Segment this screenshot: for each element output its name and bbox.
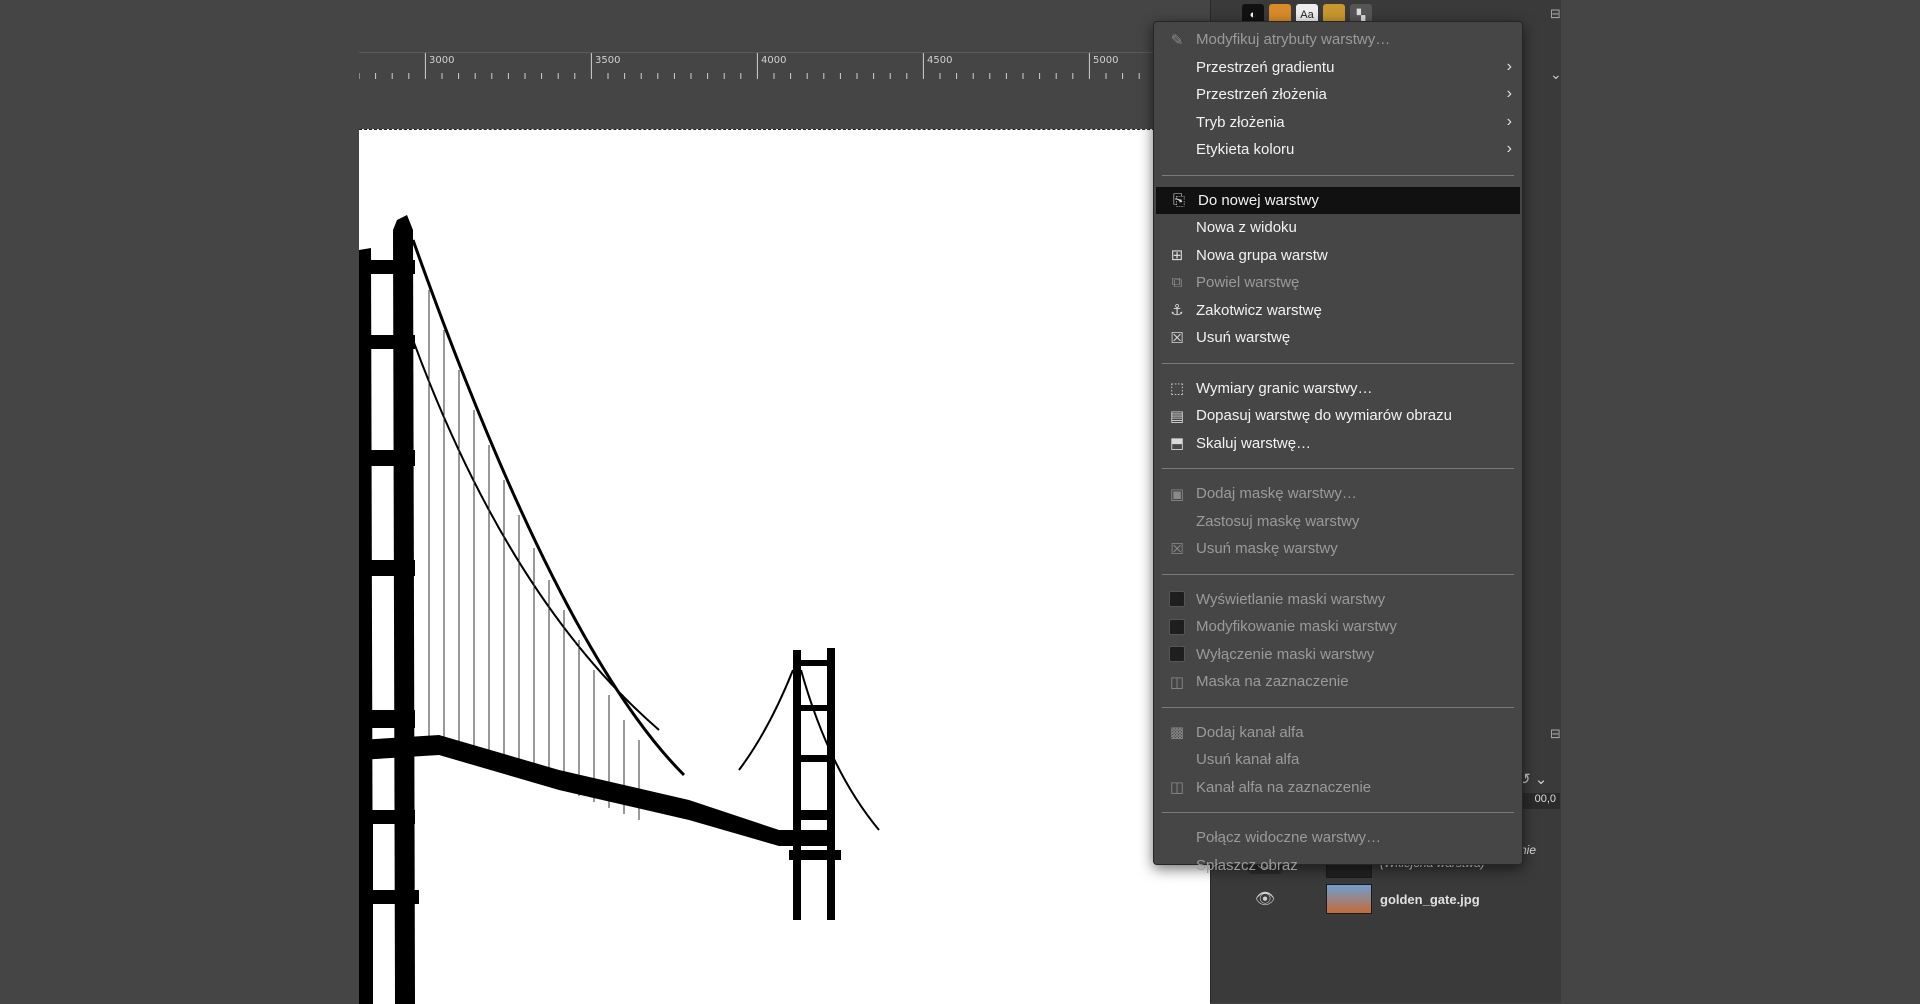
ruler-label: 3000: [429, 55, 455, 66]
add-mask-icon: ▣: [1169, 485, 1185, 503]
chevron-right-icon: ›: [1506, 57, 1512, 75]
duplicate-icon: ⧉: [1171, 274, 1183, 292]
menu-separator: [1162, 362, 1514, 364]
menu-item-label: Dodaj maskę warstwy…: [1196, 485, 1357, 503]
checkbox-icon: [1160, 646, 1194, 663]
menu-item[interactable]: Etykieta koloru ›: [1154, 136, 1522, 164]
menu-item-label: Usuń warstwę: [1196, 329, 1291, 347]
new-group-icon: ⊞: [1170, 247, 1184, 265]
delete-icon: ☒: [1170, 329, 1184, 347]
menu-item-label: Modyfikowanie maski warstwy: [1196, 618, 1397, 636]
menu-item[interactable]: ⬚ Wymiary granic warstwy…: [1154, 375, 1522, 403]
menu-item-label: Powiel warstwę: [1196, 274, 1300, 292]
chevron-right-icon: ›: [1506, 112, 1512, 130]
chevron-right-icon: ›: [1506, 140, 1512, 157]
menu-item: Wyłączenie maski warstwy: [1154, 641, 1522, 669]
menu-item: Usuń kanał alfa: [1154, 746, 1522, 774]
layer-thumbnail: [1326, 884, 1372, 914]
alpha-icon: ▩: [1169, 724, 1185, 742]
menu-item: ▩ Dodaj kanał alfa: [1154, 719, 1522, 747]
new-layer-icon: ⎘: [1172, 191, 1185, 209]
menu-item[interactable]: ⊞ Nowa grupa warstw: [1154, 242, 1522, 270]
menu-item[interactable]: ⬒ Skaluj warstwę…: [1154, 430, 1522, 458]
alpha-selection-icon: ◫: [1169, 779, 1185, 797]
ruler-label: 4000: [761, 55, 787, 66]
menu-item-label: Do nowej warstwy: [1198, 191, 1319, 209]
menu-item[interactable]: ⚓ Zakotwicz warstwę: [1154, 297, 1522, 325]
layer-context-menu: ✎ Modyfikuj atrybuty warstwy… Przestrzeń g…: [1153, 21, 1523, 874]
menu-item-label: Wyłączenie maski warstwy: [1196, 645, 1375, 663]
menu-separator: [1162, 174, 1514, 176]
menu-item-label: Usuń kanał alfa: [1196, 751, 1300, 769]
mask-selection-icon: ◫: [1169, 673, 1185, 691]
menu-item: Połącz widoczne warstwy…: [1154, 824, 1522, 852]
menu-item[interactable]: ▤ Dopasuj warstwę do wymiarów obrazu: [1154, 402, 1522, 430]
menu-item-label: Kanał alfa na zaznaczenie: [1196, 778, 1372, 796]
fit-image-icon: ▤: [1169, 407, 1185, 425]
layer-row[interactable]: 👁 golden_gate.jpg: [1240, 881, 1560, 917]
menu-item-label: Nowa grupa warstw: [1196, 246, 1328, 264]
delete-icon: ☒: [1170, 540, 1184, 558]
menu-item: Wyświetlanie maski warstwy: [1154, 586, 1522, 614]
menu-item-label: Dopasuj warstwę do wymiarów obrazu: [1196, 407, 1452, 425]
menu-item-label: Przestrzeń gradientu: [1196, 58, 1335, 76]
menu-item-label: Skaluj warstwę…: [1196, 434, 1312, 452]
ruler-label: 3500: [595, 55, 621, 66]
menu-item: Spłaszcz obraz: [1154, 852, 1522, 880]
menu-item-label: Dodaj kanał alfa: [1196, 723, 1304, 741]
menu-item: Zastosuj maskę warstwy: [1154, 508, 1522, 536]
menu-item-label: Przestrzeń złożenia: [1196, 86, 1327, 104]
menu-item: ◫ Kanał alfa na zaznaczenie: [1154, 774, 1522, 802]
anchor-icon: ⚓: [1170, 302, 1184, 320]
pencil-icon: ✎: [1170, 31, 1184, 49]
menu-separator: [1162, 573, 1514, 575]
ruler-label: 4500: [927, 55, 953, 66]
menu-item: ✎ Modyfikuj atrybuty warstwy…: [1154, 26, 1522, 54]
horizontal-ruler[interactable]: 3000 3500 4000 4500 5000: [359, 52, 1210, 79]
scale-icon: ⬒: [1169, 435, 1185, 453]
checkbox-icon: [1160, 618, 1194, 635]
menu-item-label: Połącz widoczne warstwy…: [1196, 829, 1382, 847]
menu-item-label: Zastosuj maskę warstwy: [1196, 512, 1360, 530]
menu-item-label: Maska na zaznaczenie: [1196, 673, 1349, 691]
menu-item-label: Spłaszcz obraz: [1196, 856, 1298, 874]
chevron-right-icon: ›: [1506, 85, 1512, 102]
menu-item: ☒ Usuń maskę warstwy: [1154, 535, 1522, 563]
menu-item: ◫ Maska na zaznaczenie: [1154, 668, 1522, 696]
menu-item-label: Wymiary granic warstwy…: [1196, 379, 1373, 397]
menu-item: Modyfikowanie maski warstwy: [1154, 613, 1522, 641]
chevron-down-icon[interactable]: ⌄: [1550, 66, 1562, 83]
menu-separator: [1162, 468, 1514, 469]
ruler-label: 5000: [1093, 55, 1119, 66]
menu-item[interactable]: Nowa z widoku: [1154, 214, 1522, 242]
menu-item-label: Modyfikuj atrybuty warstwy…: [1196, 31, 1391, 49]
menu-item-label: Wyświetlanie maski warstwy: [1196, 590, 1386, 608]
menu-item[interactable]: Przestrzeń złożenia ›: [1154, 81, 1522, 109]
resize-icon: ⬚: [1169, 380, 1185, 398]
layer-name: golden_gate.jpg: [1380, 891, 1480, 907]
menu-item: ▣ Dodaj maskę warstwy…: [1154, 480, 1522, 508]
menu-item-label: Etykieta koloru: [1196, 141, 1295, 159]
menu-item-label: Nowa z widoku: [1196, 219, 1297, 237]
menu-item-label: Usuń maskę warstwy: [1196, 540, 1338, 558]
panel-menu-icon[interactable]: ⊟: [1550, 6, 1561, 22]
menu-item-label: Zakotwicz warstwę: [1196, 301, 1322, 319]
menu-item[interactable]: Tryb złożenia ›: [1154, 109, 1522, 137]
menu-item: ⧉ Powiel warstwę: [1154, 269, 1522, 297]
menu-item-label: Tryb złożenia: [1196, 113, 1285, 131]
menu-separator: [1162, 812, 1514, 813]
checkbox-icon: [1160, 591, 1194, 608]
eye-icon[interactable]: 👁: [1248, 888, 1282, 910]
image-canvas[interactable]: [359, 129, 1210, 1004]
menu-separator: [1162, 706, 1514, 708]
bridge-silhouette: [359, 215, 880, 1004]
panel-menu-icon[interactable]: ⊟: [1550, 726, 1561, 742]
menu-item[interactable]: ⎘ Do nowej warstwy: [1156, 186, 1520, 214]
opacity-spin[interactable]: 00,0: [1520, 793, 1560, 809]
menu-item[interactable]: ☒ Usuń warstwę: [1154, 324, 1522, 352]
menu-item[interactable]: Przestrzeń gradientu ›: [1154, 54, 1522, 82]
